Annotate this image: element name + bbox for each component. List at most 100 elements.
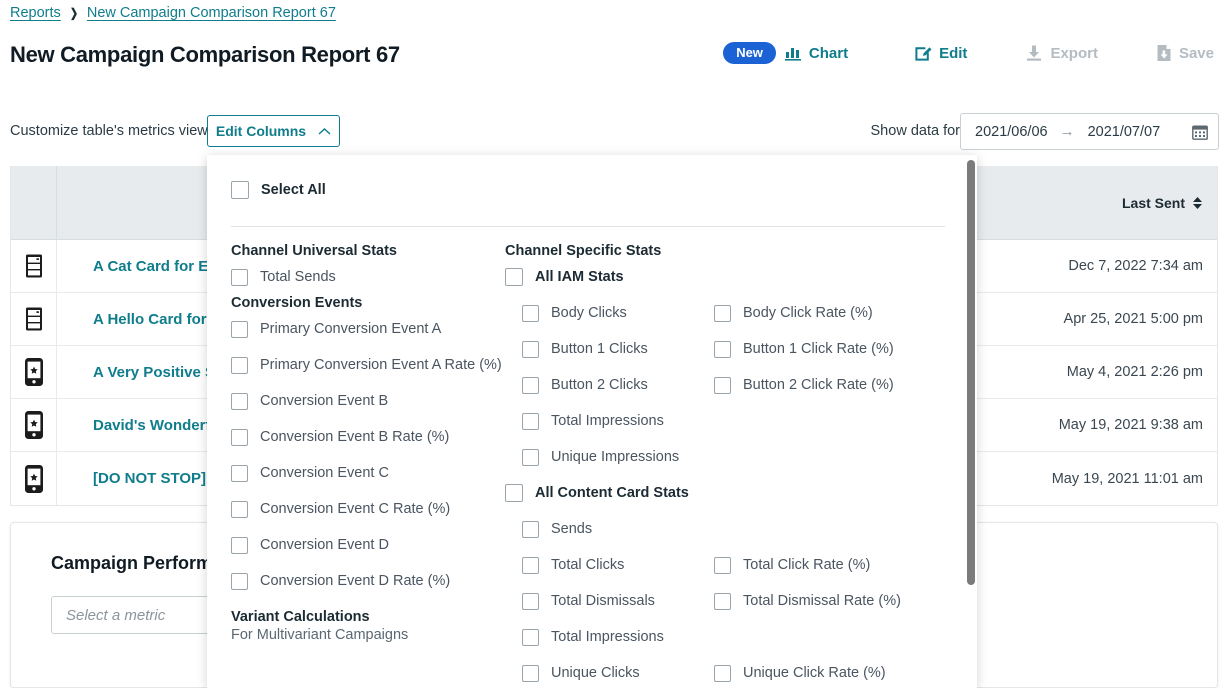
chevron-up-icon	[318, 127, 331, 136]
column-option-checkbox[interactable]	[231, 465, 248, 482]
column-option[interactable]: Total Clicks	[505, 547, 714, 583]
calendar-icon[interactable]	[1192, 124, 1208, 140]
column-option-label: All IAM Stats	[535, 269, 624, 285]
panel-divider	[231, 226, 945, 227]
column-option-checkbox[interactable]	[505, 484, 523, 502]
column-option-label: Sends	[551, 521, 592, 537]
column-option-checkbox[interactable]	[714, 305, 731, 322]
edit-columns-button[interactable]: Edit Columns	[207, 115, 340, 147]
column-option-checkbox[interactable]	[522, 377, 539, 394]
group-header-row: All IAM Stats	[505, 259, 955, 295]
chart-button-label: Chart	[809, 45, 848, 62]
column-option[interactable]: Total Impressions	[505, 619, 714, 655]
save-button[interactable]: Save	[1156, 44, 1214, 62]
section-title-channel-specific: Channel Specific Stats	[505, 243, 955, 259]
column-option-checkbox[interactable]	[714, 593, 731, 610]
column-option[interactable]: Conversion Event D	[231, 537, 389, 554]
column-option[interactable]: Unique Clicks	[505, 655, 714, 688]
last-sent-value: Dec 7, 2022 7:34 am	[977, 240, 1217, 292]
column-option[interactable]: Total Dismissals	[505, 583, 714, 619]
column-option[interactable]: Conversion Event B Rate (%)	[231, 429, 449, 446]
chart-button[interactable]: Chart	[785, 45, 848, 62]
breadcrumb-current-link[interactable]: New Campaign Comparison Report 67	[87, 5, 336, 21]
column-option-checkbox[interactable]	[522, 521, 539, 538]
column-option-label: Button 1 Click Rate (%)	[743, 341, 894, 357]
edit-button-label: Edit	[939, 45, 967, 62]
channel-specific-column: Channel Specific Stats All IAM Stats Body…	[505, 243, 955, 688]
column-option-checkbox[interactable]	[714, 341, 731, 358]
column-option-label: Button 2 Clicks	[551, 377, 648, 393]
column-option-checkbox[interactable]	[231, 269, 248, 286]
column-option[interactable]: All Content Card Stats	[505, 484, 689, 502]
column-option[interactable]: Body Clicks	[505, 295, 714, 331]
column-option-checkbox[interactable]	[714, 665, 731, 682]
last-sent-value: May 19, 2021 11:01 am	[977, 452, 1217, 505]
column-option-checkbox[interactable]	[522, 305, 539, 322]
column-option[interactable]: Conversion Event C	[231, 465, 389, 482]
column-option-checkbox[interactable]	[231, 537, 248, 554]
panel-scrollbar-track[interactable]	[965, 155, 977, 688]
column-option-checkbox[interactable]	[231, 393, 248, 410]
column-option-checkbox[interactable]	[522, 665, 539, 682]
section-title-channel-universal: Channel Universal Stats	[231, 243, 496, 259]
column-option[interactable]: Total Click Rate (%)	[714, 547, 955, 583]
column-option-checkbox[interactable]	[522, 557, 539, 574]
column-option[interactable]: Button 2 Click Rate (%)	[714, 367, 955, 403]
date-start-value[interactable]: 2021/06/06	[975, 124, 1048, 140]
column-option[interactable]: Conversion Event B	[231, 393, 388, 410]
date-end-value[interactable]: 2021/07/07	[1088, 124, 1161, 140]
column-option-label: Button 1 Clicks	[551, 341, 648, 357]
customize-metrics-label: Customize table's metrics view	[10, 123, 208, 139]
column-option[interactable]: Total Sends	[231, 269, 336, 286]
empty-cell	[714, 439, 955, 475]
column-option[interactable]: Unique Click Rate (%)	[714, 655, 955, 688]
column-option-checkbox[interactable]	[714, 557, 731, 574]
column-option-checkbox[interactable]	[522, 449, 539, 466]
in-app-message-icon	[23, 357, 45, 387]
column-option-checkbox[interactable]	[522, 341, 539, 358]
panel-scrollbar-thumb[interactable]	[967, 160, 975, 585]
column-option[interactable]: Button 2 Clicks	[505, 367, 714, 403]
column-option[interactable]: Total Impressions	[505, 403, 714, 439]
column-option-checkbox[interactable]	[231, 321, 248, 338]
column-option-checkbox[interactable]	[714, 377, 731, 394]
column-option-checkbox[interactable]	[231, 501, 248, 518]
breadcrumb-reports-link[interactable]: Reports	[10, 5, 61, 21]
column-option-checkbox[interactable]	[231, 429, 248, 446]
option-row: Conversion Event C	[231, 455, 496, 491]
column-option[interactable]: Body Click Rate (%)	[714, 295, 955, 331]
column-option-checkbox[interactable]	[522, 593, 539, 610]
channel-universal-options: Total Sends	[231, 259, 496, 295]
empty-cell	[714, 619, 955, 655]
select-all-option[interactable]: Select All	[231, 181, 326, 199]
column-option-checkbox[interactable]	[522, 413, 539, 430]
last-sent-value: May 4, 2021 2:26 pm	[977, 346, 1217, 398]
column-option[interactable]: All IAM Stats	[505, 268, 624, 286]
column-option-checkbox[interactable]	[231, 357, 248, 374]
export-button[interactable]: Export	[1025, 44, 1098, 62]
edit-button[interactable]: Edit	[914, 44, 967, 62]
new-badge[interactable]: New	[723, 42, 776, 64]
content-card-icon	[11, 240, 57, 292]
column-option[interactable]: Conversion Event D Rate (%)	[231, 573, 450, 590]
save-file-icon	[1156, 44, 1172, 62]
column-option[interactable]: Primary Conversion Event A Rate (%)	[231, 357, 502, 374]
metric-select-placeholder: Select a metric	[66, 607, 165, 624]
column-option-label: Conversion Event C	[260, 465, 389, 481]
date-range-picker[interactable]: 2021/06/06 → 2021/07/07	[960, 113, 1219, 150]
column-option[interactable]: Unique Impressions	[505, 439, 714, 475]
column-option[interactable]: Primary Conversion Event A	[231, 321, 441, 338]
column-option-checkbox[interactable]	[505, 268, 523, 286]
select-all-checkbox[interactable]	[231, 181, 249, 199]
column-option[interactable]: Conversion Event C Rate (%)	[231, 501, 450, 518]
table-header-last-sent[interactable]: Last Sent	[977, 166, 1217, 240]
option-row: Primary Conversion Event A Rate (%)	[231, 347, 496, 383]
column-option[interactable]: Total Dismissal Rate (%)	[714, 583, 955, 619]
column-option[interactable]: Button 1 Clicks	[505, 331, 714, 367]
column-option[interactable]: Button 1 Click Rate (%)	[714, 331, 955, 367]
option-row: Conversion Event B Rate (%)	[231, 419, 496, 455]
column-option-checkbox[interactable]	[231, 573, 248, 590]
column-option[interactable]: Sends	[505, 511, 714, 547]
column-option-checkbox[interactable]	[522, 629, 539, 646]
column-option-label: Total Impressions	[551, 629, 664, 645]
